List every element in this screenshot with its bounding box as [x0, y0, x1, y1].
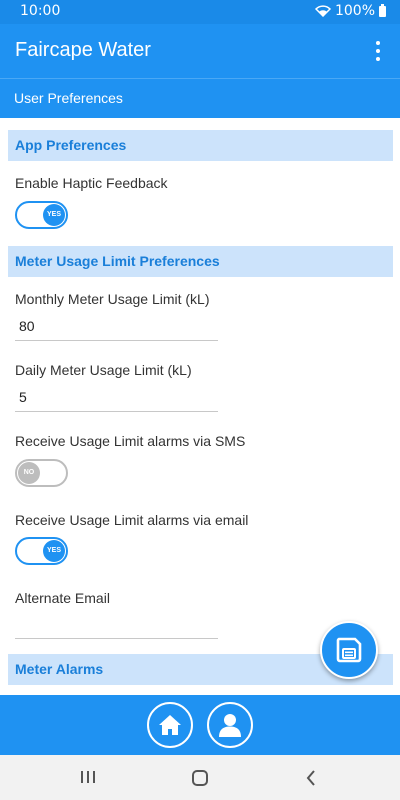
monthly-limit-label: Monthly Meter Usage Limit (kL)	[15, 291, 210, 307]
daily-limit-input[interactable]: 5	[15, 385, 218, 412]
back-icon[interactable]	[305, 769, 317, 792]
alternate-email-input[interactable]	[15, 612, 218, 639]
email-alarm-label: Receive Usage Limit alarms via email	[15, 512, 249, 528]
profile-button[interactable]	[207, 702, 253, 748]
battery-percent: 100%	[334, 3, 375, 19]
status-indicators: 100%	[314, 3, 386, 19]
home-button[interactable]	[147, 702, 193, 748]
recent-apps-icon[interactable]	[80, 770, 96, 789]
system-navigation-bar	[0, 755, 400, 800]
toggle-knob: YES	[43, 540, 65, 562]
alternate-email-label: Alternate Email	[15, 590, 110, 606]
preferences-content[interactable]: App Preferences Enable Haptic Feedback Y…	[0, 118, 400, 695]
home-icon	[159, 715, 181, 735]
battery-icon	[379, 3, 386, 17]
more-vert-icon[interactable]	[368, 39, 388, 63]
sms-alarm-label: Receive Usage Limit alarms via SMS	[15, 433, 246, 449]
toggle-knob: NO	[18, 462, 40, 484]
toggle-knob: YES	[43, 204, 65, 226]
status-time: 10:00	[20, 3, 61, 19]
save-icon	[336, 637, 362, 663]
bottom-navigation	[0, 695, 400, 755]
status-bar: 10:00 100%	[0, 0, 400, 24]
home-nav-icon[interactable]	[191, 769, 209, 792]
haptic-feedback-toggle[interactable]: YES	[15, 201, 68, 229]
save-button[interactable]	[320, 621, 378, 679]
wifi-icon	[314, 5, 331, 17]
section-header-app-preferences: App Preferences	[8, 130, 393, 161]
email-alarm-toggle[interactable]: YES	[15, 537, 68, 565]
monthly-limit-input[interactable]: 80	[15, 314, 218, 341]
page-title: User Preferences	[14, 90, 123, 106]
app-title: Faircape Water	[15, 39, 151, 61]
daily-limit-label: Daily Meter Usage Limit (kL)	[15, 362, 192, 378]
person-icon	[219, 714, 241, 737]
sub-header: User Preferences	[0, 78, 400, 118]
haptic-feedback-label: Enable Haptic Feedback	[15, 175, 168, 191]
section-header-meter-usage: Meter Usage Limit Preferences	[8, 246, 393, 277]
sms-alarm-toggle[interactable]: NO	[15, 459, 68, 487]
app-bar: Faircape Water	[0, 24, 400, 78]
